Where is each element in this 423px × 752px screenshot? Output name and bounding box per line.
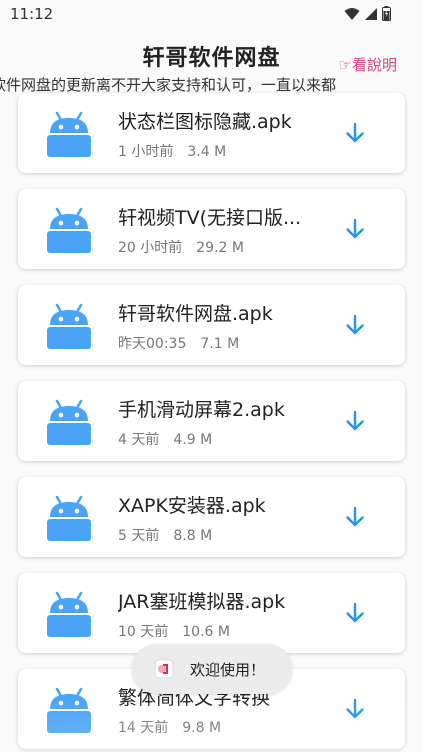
file-meta: 5 天前 8.8 M	[118, 525, 212, 545]
announcement-text: 软件网盘的更新离不开大家支持和认可，一直以来都	[0, 76, 337, 94]
android-app-icon	[47, 111, 91, 157]
android-app-icon	[47, 591, 91, 637]
file-meta: 1 小时前 3.4 M	[118, 141, 226, 161]
file-meta: 10 天前 10.6 M	[118, 621, 230, 641]
download-icon[interactable]	[343, 217, 367, 241]
file-list-item[interactable]: JAR塞班模拟器.apk 10 天前 10.6 M	[18, 573, 405, 653]
file-list-item[interactable]: 轩视频TV(无接口版... 20 小时前 29.2 M	[18, 189, 405, 269]
file-size: 4.9 M	[173, 432, 213, 448]
file-name: 状态栏图标隐藏.apk	[118, 111, 292, 133]
file-list-item[interactable]: 轩哥软件网盘.apk 昨天00:35 7.1 M	[18, 285, 405, 365]
file-size: 8.8 M	[173, 528, 213, 544]
file-name: 手机滑动屏幕2.apk	[118, 399, 285, 421]
cellular-signal-icon	[365, 7, 377, 20]
file-meta: 20 小时前 29.2 M	[118, 237, 244, 257]
file-size: 29.2 M	[196, 240, 244, 256]
app-logo-icon	[154, 659, 174, 679]
file-size: 9.8 M	[182, 720, 222, 736]
battery-icon	[382, 6, 391, 21]
android-app-icon	[47, 495, 91, 541]
file-name: XAPK安装器.apk	[118, 495, 266, 517]
status-icons	[344, 6, 391, 21]
file-time: 10 天前	[118, 624, 169, 640]
android-app-icon	[47, 303, 91, 349]
file-time: 1 小时前	[118, 144, 174, 160]
file-size: 3.4 M	[187, 144, 227, 160]
status-time: 11:12	[10, 5, 54, 23]
download-icon[interactable]	[343, 313, 367, 337]
file-name: JAR塞班模拟器.apk	[118, 591, 286, 613]
download-icon[interactable]	[343, 601, 367, 625]
file-time: 昨天00:35	[118, 336, 187, 352]
file-time: 5 天前	[118, 528, 160, 544]
android-app-icon	[47, 207, 91, 253]
file-list-item[interactable]: 状态栏图标隐藏.apk 1 小时前 3.4 M	[18, 93, 405, 173]
status-bar: 11:12	[0, 0, 423, 30]
file-meta: 4 天前 4.9 M	[118, 429, 212, 449]
file-time: 14 天前	[118, 720, 169, 736]
welcome-toast: 欢迎使用！	[132, 644, 292, 694]
help-link[interactable]: ☞看說明	[339, 54, 397, 75]
file-meta: 昨天00:35 7.1 M	[118, 333, 239, 353]
file-time: 4 天前	[118, 432, 160, 448]
wifi-icon	[344, 7, 360, 20]
file-list-item[interactable]: XAPK安装器.apk 5 天前 8.8 M	[18, 477, 405, 557]
file-list-item[interactable]: 手机滑动屏幕2.apk 4 天前 4.9 M	[18, 381, 405, 461]
download-icon[interactable]	[343, 697, 367, 721]
file-size: 7.1 M	[200, 336, 240, 352]
download-icon[interactable]	[343, 409, 367, 433]
download-icon[interactable]	[343, 505, 367, 529]
toast-message: 欢迎使用！	[190, 661, 266, 679]
file-size: 10.6 M	[182, 624, 230, 640]
android-app-icon	[47, 687, 91, 733]
file-name: 轩哥软件网盘.apk	[118, 303, 273, 325]
file-meta: 14 天前 9.8 M	[118, 717, 221, 737]
file-name: 轩视频TV(无接口版...	[118, 207, 302, 229]
download-icon[interactable]	[343, 121, 367, 145]
file-time: 20 小时前	[118, 240, 183, 256]
android-app-icon	[47, 399, 91, 445]
